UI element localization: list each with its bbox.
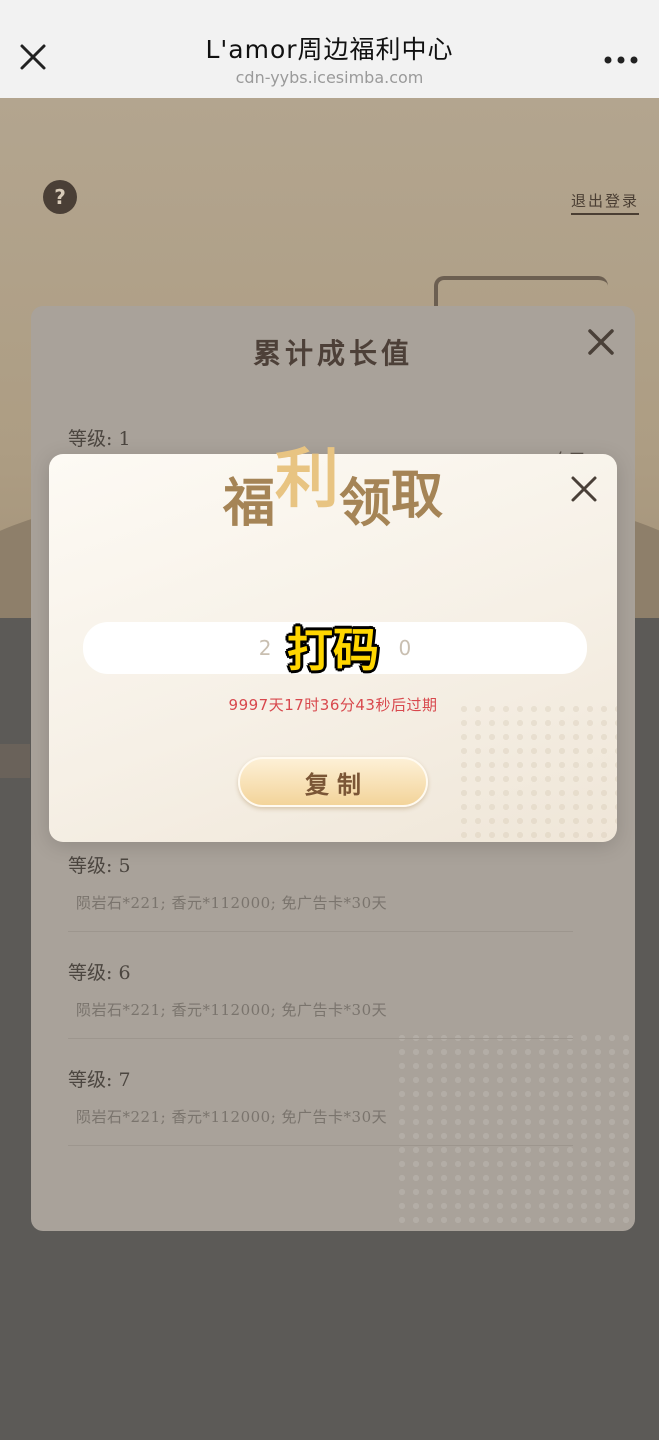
level-label: 等级: 6 (68, 962, 131, 984)
level-rewards: 陨岩石*221; 香元*112000; 免广告卡*30天 (76, 1001, 388, 1019)
level-rewards: 陨岩石*221; 香元*112000; 免广告卡*30天 (76, 894, 388, 912)
level-item: 等级: 5 陨岩石*221; 香元*112000; 免广告卡*30天 (68, 851, 598, 932)
divider (68, 1145, 573, 1146)
claim-modal: 福利领取 打码 9997天17时36分43秒后过期 复制 (49, 442, 617, 842)
level-label: 等级: 5 (68, 855, 131, 877)
help-icon[interactable]: ? (43, 180, 77, 214)
title-char: 利 (274, 442, 339, 517)
claim-modal-title: 福利领取 (49, 428, 617, 534)
title-char: 福 (222, 473, 275, 534)
level-label: 等级: 7 (68, 1069, 131, 1091)
more-icon[interactable] (603, 55, 639, 65)
level-item: 等级: 7 陨岩石*221; 香元*112000; 免广告卡*30天 (68, 1065, 598, 1146)
panel-pattern (395, 1031, 635, 1231)
title-char: 取 (391, 465, 444, 526)
expiry-countdown: 9997天17时36分43秒后过期 (228, 696, 438, 714)
redaction-overlay: 打码 (287, 623, 379, 677)
browser-top-bar: L'amor周边福利中心 cdn-yybs.icesimba.com (0, 0, 659, 98)
page-url: cdn-yybs.icesimba.com (235, 68, 424, 87)
logout-link[interactable]: 退出登录 (570, 190, 639, 215)
growth-panel-title: 累计成长值 (252, 337, 413, 370)
modal-close-icon[interactable] (569, 474, 599, 504)
title-char: 领 (338, 473, 391, 534)
modal-pattern (457, 702, 617, 842)
page-title: L'amor周边福利中心 (205, 35, 454, 64)
divider (68, 1038, 573, 1039)
copy-button[interactable]: 复制 (238, 757, 428, 807)
level-item: 等级: 6 陨岩石*221; 香元*112000; 免广告卡*30天 (68, 958, 598, 1039)
page-content: ? 退出登录 累计成长值 等级: 1 白天 等级: 5 陨岩石*221; 香元*… (0, 98, 659, 1440)
divider (68, 931, 573, 932)
background-strip (0, 744, 30, 778)
growth-panel-close-icon[interactable] (587, 328, 615, 356)
level-rewards: 陨岩石*221; 香元*112000; 免广告卡*30天 (76, 1108, 388, 1126)
